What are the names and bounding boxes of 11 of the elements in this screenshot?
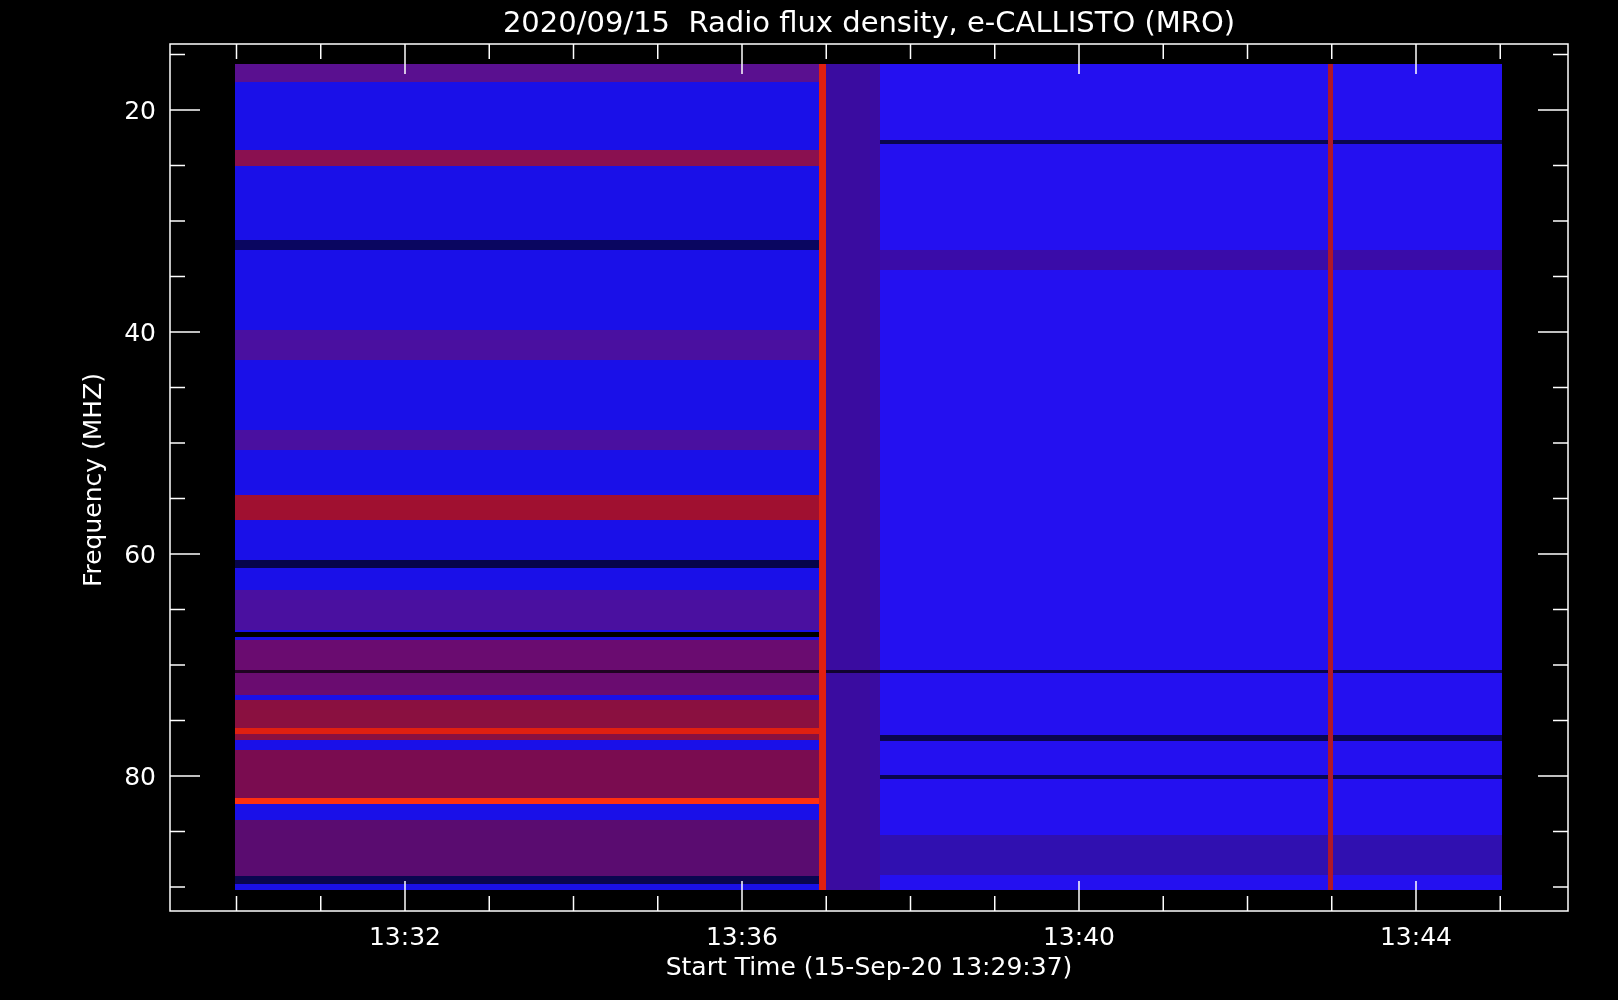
plot-title: 2020/09/15 Radio flux density, e-CALLISTO (MRO)	[502, 5, 1236, 39]
y-tick-label: 20	[124, 96, 156, 125]
y-tick-label: 80	[124, 762, 156, 791]
x-tick-label: 13:40	[1043, 922, 1115, 951]
y-tick-label: 40	[124, 318, 156, 347]
x-tick-label: 13:36	[706, 922, 778, 951]
x-axis-label: Start Time (15-Sep-20 13:29:37)	[665, 952, 1073, 981]
y-tick-label: 60	[124, 540, 156, 569]
x-tick-label: 13:44	[1380, 922, 1452, 951]
y-axis-label: Frequency (MHZ)	[78, 372, 107, 588]
x-tick-label: 13:32	[369, 922, 441, 951]
